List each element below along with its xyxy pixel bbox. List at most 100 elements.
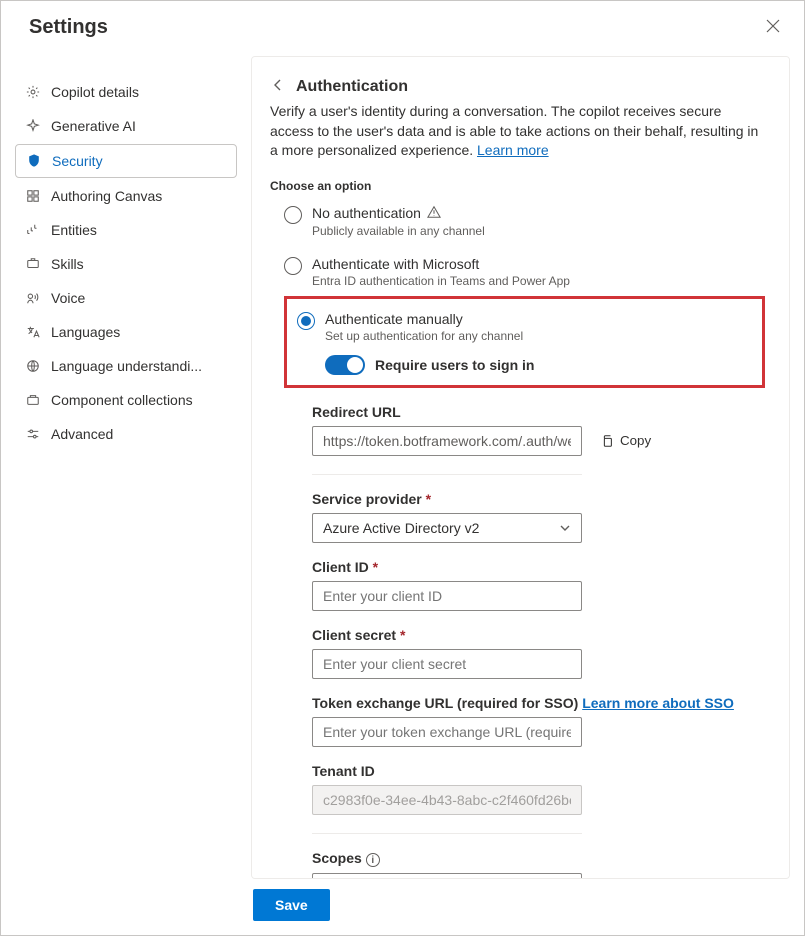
service-provider-field: Service provider * Azure Active Director… [284, 491, 765, 543]
highlight-manual-auth: Authenticate manually Set up authenticat… [284, 296, 765, 388]
option-ms-auth-sub: Entra ID authentication in Teams and Pow… [312, 274, 570, 288]
option-no-auth-sub: Publicly available in any channel [312, 224, 485, 238]
required-marker: * [400, 627, 405, 643]
sidebar-item-label: Entities [51, 222, 97, 238]
copy-label: Copy [620, 433, 651, 448]
auth-radio-group: No authentication Publicly available in … [270, 199, 765, 879]
globe-icon [25, 358, 41, 374]
chevron-down-icon [559, 522, 571, 534]
sidebar-item-label: Voice [51, 290, 85, 306]
client-secret-field: Client secret * [284, 627, 765, 679]
sso-learn-more-link[interactable]: Learn more about SSO [582, 695, 734, 711]
grid-icon [25, 188, 41, 204]
sidebar-item-label: Security [52, 153, 103, 169]
sidebar-item-label: Skills [51, 256, 84, 272]
voice-icon [25, 290, 41, 306]
service-provider-value: Azure Active Directory v2 [323, 520, 479, 536]
tenant-id-label: Tenant ID [312, 763, 765, 779]
option-no-auth-title: No authentication [312, 205, 421, 221]
footer: Save [1, 879, 804, 935]
skills-icon [25, 256, 41, 272]
sidebar: Copilot details Generative AI Security A… [15, 56, 237, 879]
scopes-label: Scopes [312, 850, 362, 866]
require-signin-row: Require users to sign in [297, 355, 752, 375]
window-title: Settings [29, 16, 108, 39]
entities-icon [25, 222, 41, 238]
redirect-url-field: Redirect URL Copy [284, 404, 765, 456]
sidebar-item-component-collections[interactable]: Component collections [15, 384, 237, 416]
copy-icon [600, 434, 614, 448]
redirect-url-label: Redirect URL [312, 404, 765, 420]
client-id-label: Client ID [312, 559, 369, 575]
sidebar-item-voice[interactable]: Voice [15, 282, 237, 314]
option-no-auth[interactable]: No authentication Publicly available in … [284, 199, 765, 240]
token-exchange-field: Token exchange URL (required for SSO) Le… [284, 695, 765, 747]
require-signin-toggle[interactable] [325, 355, 365, 375]
tenant-id-field: Tenant ID [284, 763, 765, 815]
copy-button[interactable]: Copy [594, 432, 657, 449]
body: Copilot details Generative AI Security A… [1, 52, 804, 879]
option-manual-auth[interactable]: Authenticate manually Set up authenticat… [297, 305, 752, 345]
token-exchange-input[interactable] [312, 717, 582, 747]
titlebar: Settings [1, 1, 804, 52]
main-header: Authentication [270, 77, 765, 96]
required-marker: * [426, 491, 431, 507]
separator [312, 474, 582, 475]
sidebar-item-languages[interactable]: Languages [15, 316, 237, 348]
client-secret-label: Client secret [312, 627, 396, 643]
required-marker: * [373, 559, 378, 575]
client-id-input[interactable] [312, 581, 582, 611]
separator [312, 833, 582, 834]
redirect-url-input[interactable] [312, 426, 582, 456]
sidebar-item-entities[interactable]: Entities [15, 214, 237, 246]
scopes-field: Scopes i [284, 850, 765, 879]
gear-icon [25, 84, 41, 100]
sidebar-item-label: Languages [51, 324, 120, 340]
option-manual-auth-title: Authenticate manually [325, 311, 523, 327]
page-title: Authentication [296, 78, 408, 96]
sliders-icon [25, 426, 41, 442]
info-icon[interactable]: i [366, 853, 380, 867]
choose-option-label: Choose an option [270, 179, 765, 193]
shield-icon [26, 153, 42, 169]
sidebar-item-skills[interactable]: Skills [15, 248, 237, 280]
sidebar-item-label: Language understandi... [51, 358, 202, 374]
sidebar-item-security[interactable]: Security [15, 144, 237, 178]
sidebar-item-label: Component collections [51, 392, 193, 408]
option-ms-auth-title: Authenticate with Microsoft [312, 256, 570, 272]
sidebar-item-authoring-canvas[interactable]: Authoring Canvas [15, 180, 237, 212]
radio-no-auth[interactable] [284, 206, 302, 224]
save-button[interactable]: Save [253, 889, 330, 921]
option-ms-auth[interactable]: Authenticate with Microsoft Entra ID aut… [284, 250, 765, 290]
token-exchange-label: Token exchange URL (required for SSO) [312, 695, 582, 711]
sidebar-item-advanced[interactable]: Advanced [15, 418, 237, 450]
sidebar-item-label: Advanced [51, 426, 113, 442]
close-button[interactable] [762, 15, 784, 40]
sidebar-item-label: Copilot details [51, 84, 139, 100]
warning-icon [427, 205, 441, 222]
service-provider-label: Service provider [312, 491, 422, 507]
settings-window: Settings Copilot details Generative AI S… [0, 0, 805, 936]
back-button[interactable] [270, 77, 286, 96]
client-secret-input[interactable] [312, 649, 582, 679]
client-id-field: Client ID * [284, 559, 765, 611]
languages-icon [25, 324, 41, 340]
chevron-left-icon [272, 79, 284, 91]
option-manual-auth-sub: Set up authentication for any channel [325, 329, 523, 343]
collections-icon [25, 392, 41, 408]
service-provider-select[interactable]: Azure Active Directory v2 [312, 513, 582, 543]
sidebar-item-language-understanding[interactable]: Language understandi... [15, 350, 237, 382]
tenant-id-input [312, 785, 582, 815]
close-icon [766, 19, 780, 33]
main-panel: Authentication Verify a user's identity … [251, 56, 790, 879]
sparkle-icon [25, 118, 41, 134]
require-signin-label: Require users to sign in [375, 357, 534, 373]
sidebar-item-generative-ai[interactable]: Generative AI [15, 110, 237, 142]
radio-manual-auth[interactable] [297, 312, 315, 330]
sidebar-item-label: Generative AI [51, 118, 136, 134]
learn-more-link[interactable]: Learn more [477, 142, 549, 158]
page-description: Verify a user's identity during a conver… [270, 102, 765, 161]
sidebar-item-copilot-details[interactable]: Copilot details [15, 76, 237, 108]
sidebar-item-label: Authoring Canvas [51, 188, 162, 204]
radio-ms-auth[interactable] [284, 257, 302, 275]
